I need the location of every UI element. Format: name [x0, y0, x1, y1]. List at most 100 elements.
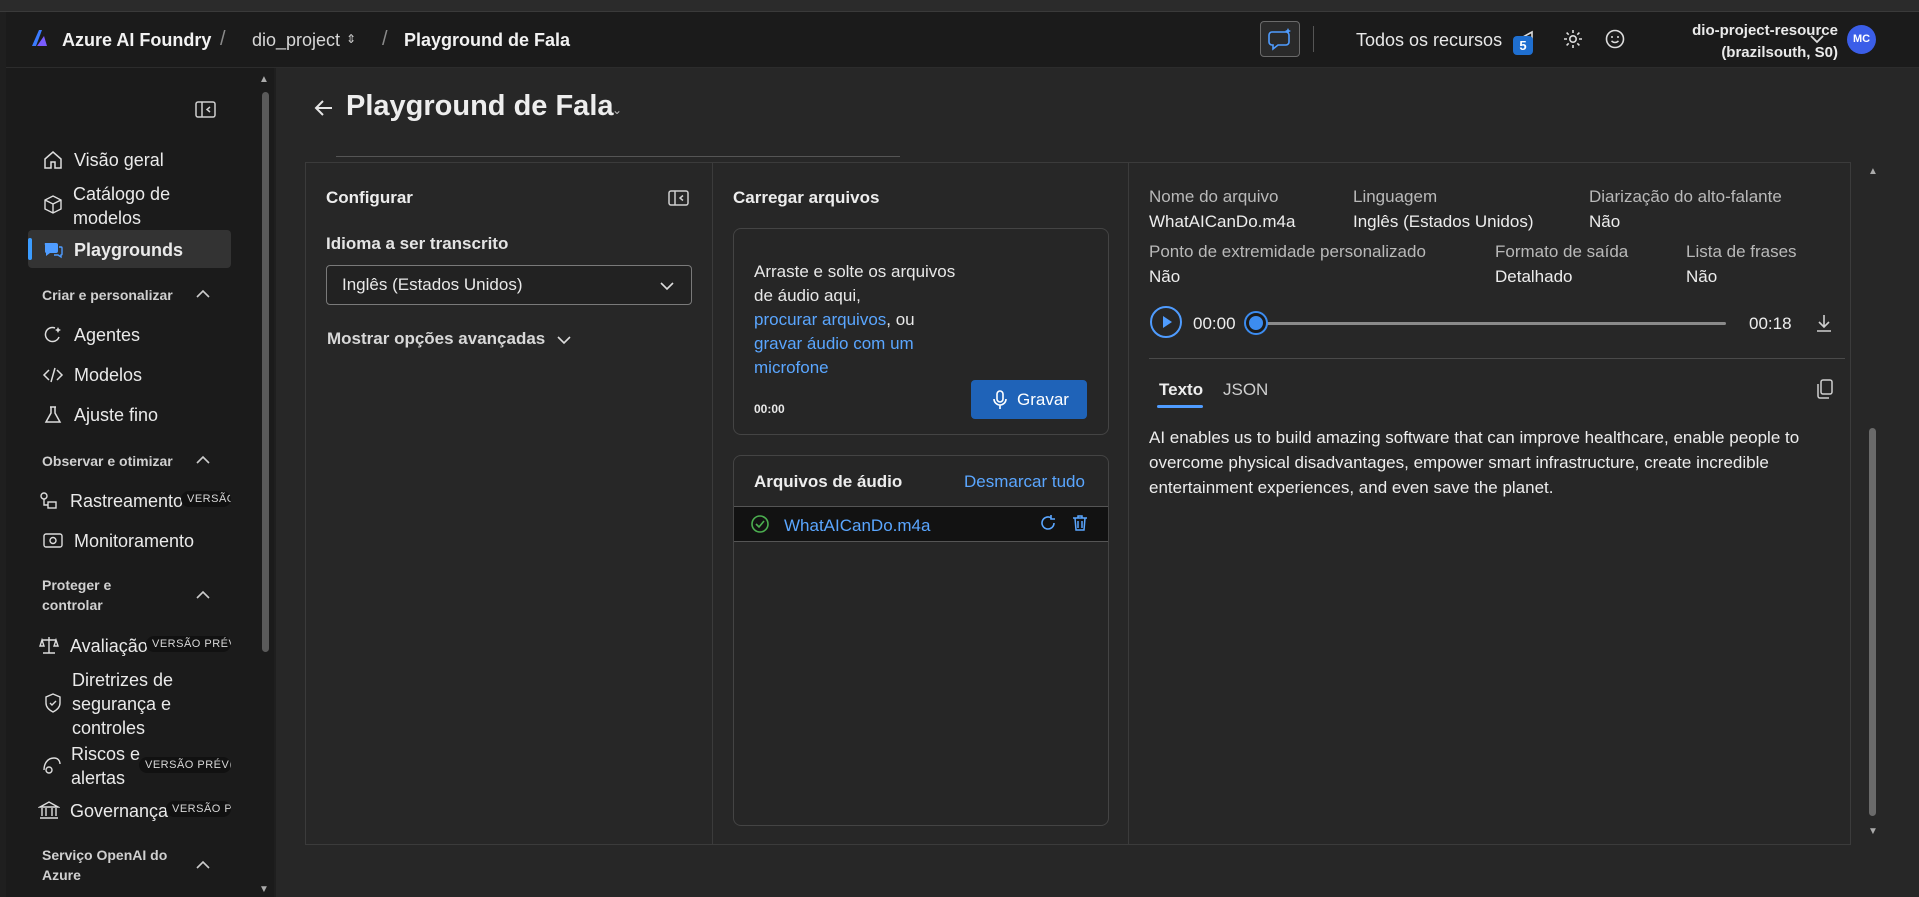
sidebar-item-catalog-line2[interactable]: modelos — [73, 206, 141, 230]
preview-tag: VERSÃO PRÉVIA — [139, 757, 231, 773]
settings-gear-icon[interactable] — [1562, 28, 1584, 50]
chevron-down-icon[interactable] — [658, 278, 676, 294]
azure-ai-foundry-logo-icon[interactable] — [30, 28, 48, 48]
sidebar-item-finetune[interactable]: Ajuste fino — [74, 403, 158, 427]
copilot-chat-icon — [1268, 28, 1291, 51]
playback-slider-thumb[interactable] — [1246, 313, 1266, 333]
back-arrow-icon[interactable] — [312, 96, 336, 120]
chat-bubbles-icon — [44, 243, 63, 259]
language-meta-value: Inglês (Estados Unidos) — [1353, 212, 1534, 231]
chevron-down-icon[interactable] — [555, 332, 573, 348]
scroll-up-arrow-icon[interactable]: ▲ — [259, 74, 269, 85]
section-protect-line2[interactable]: controlar — [42, 597, 103, 613]
scroll-down-arrow-icon[interactable]: ▼ — [259, 884, 269, 895]
playback-slider[interactable] — [1256, 322, 1726, 325]
advanced-options-toggle[interactable]: Mostrar opções avançadas — [327, 329, 545, 349]
unselect-all-link[interactable]: Desmarcar tudo — [964, 472, 1085, 492]
copilot-button[interactable] — [1260, 21, 1300, 57]
governance-building-icon — [38, 801, 60, 819]
audio-file-name[interactable]: WhatAICanDo.m4a — [784, 516, 930, 536]
copy-icon[interactable] — [1815, 378, 1835, 400]
language-meta-label: Linguagem — [1353, 187, 1438, 206]
phrase-list-label: Lista de frases — [1686, 242, 1797, 261]
agents-icon — [44, 326, 61, 343]
user-avatar[interactable]: MC — [1847, 25, 1876, 54]
cube-icon — [44, 195, 62, 214]
notifications-badge: 5 — [1513, 36, 1533, 55]
section-openai-line2[interactable]: Azure — [42, 867, 81, 883]
sidebar-item-overview[interactable]: Visão geral — [74, 148, 164, 172]
section-protect-line1[interactable]: Proteger e — [42, 577, 111, 593]
sidebar-item-guardrails-line2[interactable]: segurança e — [72, 692, 171, 716]
playback-duration: 00:18 — [1749, 314, 1792, 333]
tab-strip-underline — [336, 156, 900, 157]
collapse-sidebar-icon[interactable] — [194, 100, 218, 120]
sidebar-item-risks-line1[interactable]: Riscos e — [71, 742, 140, 766]
section-create-customize[interactable]: Criar e personalizar — [42, 287, 173, 303]
sidebar-item-agents[interactable]: Agentes — [74, 323, 140, 347]
code-icon — [42, 367, 64, 383]
preview-tag: VERSÃO PRÉVIA — [146, 636, 231, 652]
sidebar-item-tracing[interactable]: Rastreamento — [70, 489, 183, 513]
sidebar-item-guardrails-line1[interactable]: Diretrizes de — [72, 668, 173, 692]
audio-files-title: Arquivos de áudio — [754, 472, 903, 491]
sidebar-item-playgrounds[interactable]: Playgrounds — [74, 238, 183, 262]
record-button-label[interactable]: Gravar — [1017, 390, 1069, 410]
page-title: Playground de Fala — [346, 90, 614, 122]
browse-files-link[interactable]: procurar arquivos — [754, 310, 886, 329]
scroll-up-arrow-icon[interactable]: ▲ — [1868, 166, 1878, 177]
custom-endpoint-value: Não — [1149, 267, 1181, 286]
configure-title: Configurar — [326, 188, 413, 207]
breadcrumb-separator: / — [220, 28, 226, 50]
retry-icon[interactable] — [1038, 513, 1058, 533]
active-indicator — [28, 238, 32, 260]
chevron-updown-icon[interactable]: ⇕ — [346, 32, 356, 46]
playback-current-time: 00:00 — [1193, 314, 1236, 333]
output-format-label: Formato de saída — [1495, 242, 1629, 261]
section-openai-line1[interactable]: Serviço OpenAI do — [42, 847, 167, 863]
microphone-icon[interactable] — [991, 389, 1009, 411]
browser-tab-strip — [0, 0, 1919, 12]
preview-tag: VERSÃO PR — [166, 801, 231, 817]
dropzone-instructions: Arraste e solte os arquivos de áudio aqu… — [754, 262, 956, 305]
sidebar-scrollbar-thumb[interactable] — [262, 92, 269, 652]
chevron-up-icon[interactable] — [194, 587, 212, 603]
brand-name[interactable]: Azure AI Foundry — [62, 30, 211, 51]
feedback-smile-icon[interactable] — [1604, 28, 1626, 50]
breadcrumb-current-page[interactable]: Playground de Fala — [404, 30, 570, 51]
sidebar-item-models[interactable]: Modelos — [74, 363, 142, 387]
title-chevron-down-icon[interactable]: ⌄ — [612, 103, 622, 117]
sidebar-item-catalog-line1[interactable]: Catálogo de — [73, 182, 170, 206]
result-scrollbar-thumb[interactable] — [1869, 428, 1876, 816]
sidebar-item-guardrails-line3[interactable]: controles — [72, 716, 145, 740]
sidebar-item-evaluation[interactable]: Avaliação — [70, 634, 148, 658]
section-observe-optimize[interactable]: Observar e otimizar — [42, 453, 173, 469]
custom-endpoint-label: Ponto de extremidade personalizado — [1149, 242, 1426, 261]
success-check-icon — [751, 515, 769, 533]
play-button[interactable] — [1150, 306, 1182, 338]
tab-json[interactable]: JSON — [1223, 380, 1268, 400]
chevron-up-icon[interactable] — [194, 286, 212, 302]
sidebar-item-monitoring[interactable]: Monitoramento — [74, 529, 194, 553]
sidebar-item-governance[interactable]: Governança — [70, 799, 168, 823]
chevron-up-icon[interactable] — [194, 452, 212, 468]
home-icon — [44, 151, 62, 169]
language-dropdown-value[interactable]: Inglês (Estados Unidos) — [342, 275, 522, 295]
dropzone-text: Arraste e solte os arquivos de áudio aqu… — [754, 260, 974, 380]
monitor-icon — [43, 533, 63, 548]
delete-trash-icon[interactable] — [1070, 513, 1090, 533]
chevron-down-icon[interactable] — [1808, 30, 1826, 48]
panel-divider — [712, 162, 713, 845]
scroll-down-arrow-icon[interactable]: ▼ — [1868, 826, 1878, 837]
sidebar-item-risks-line2[interactable]: alertas — [71, 766, 125, 790]
phrase-list-value: Não — [1686, 267, 1718, 286]
record-audio-link[interactable]: gravar áudio com um microfone — [754, 334, 914, 377]
all-resources-link[interactable]: Todos os recursos — [1356, 30, 1502, 51]
download-icon[interactable] — [1814, 312, 1834, 334]
diarization-label: Diarização do alto-falante — [1589, 187, 1782, 206]
breadcrumb-project[interactable]: dio_project — [252, 30, 340, 51]
chevron-up-icon[interactable] — [194, 857, 212, 873]
tab-text[interactable]: Texto — [1159, 380, 1203, 400]
collapse-panel-icon[interactable] — [667, 188, 691, 208]
breadcrumb-separator: / — [382, 28, 388, 50]
